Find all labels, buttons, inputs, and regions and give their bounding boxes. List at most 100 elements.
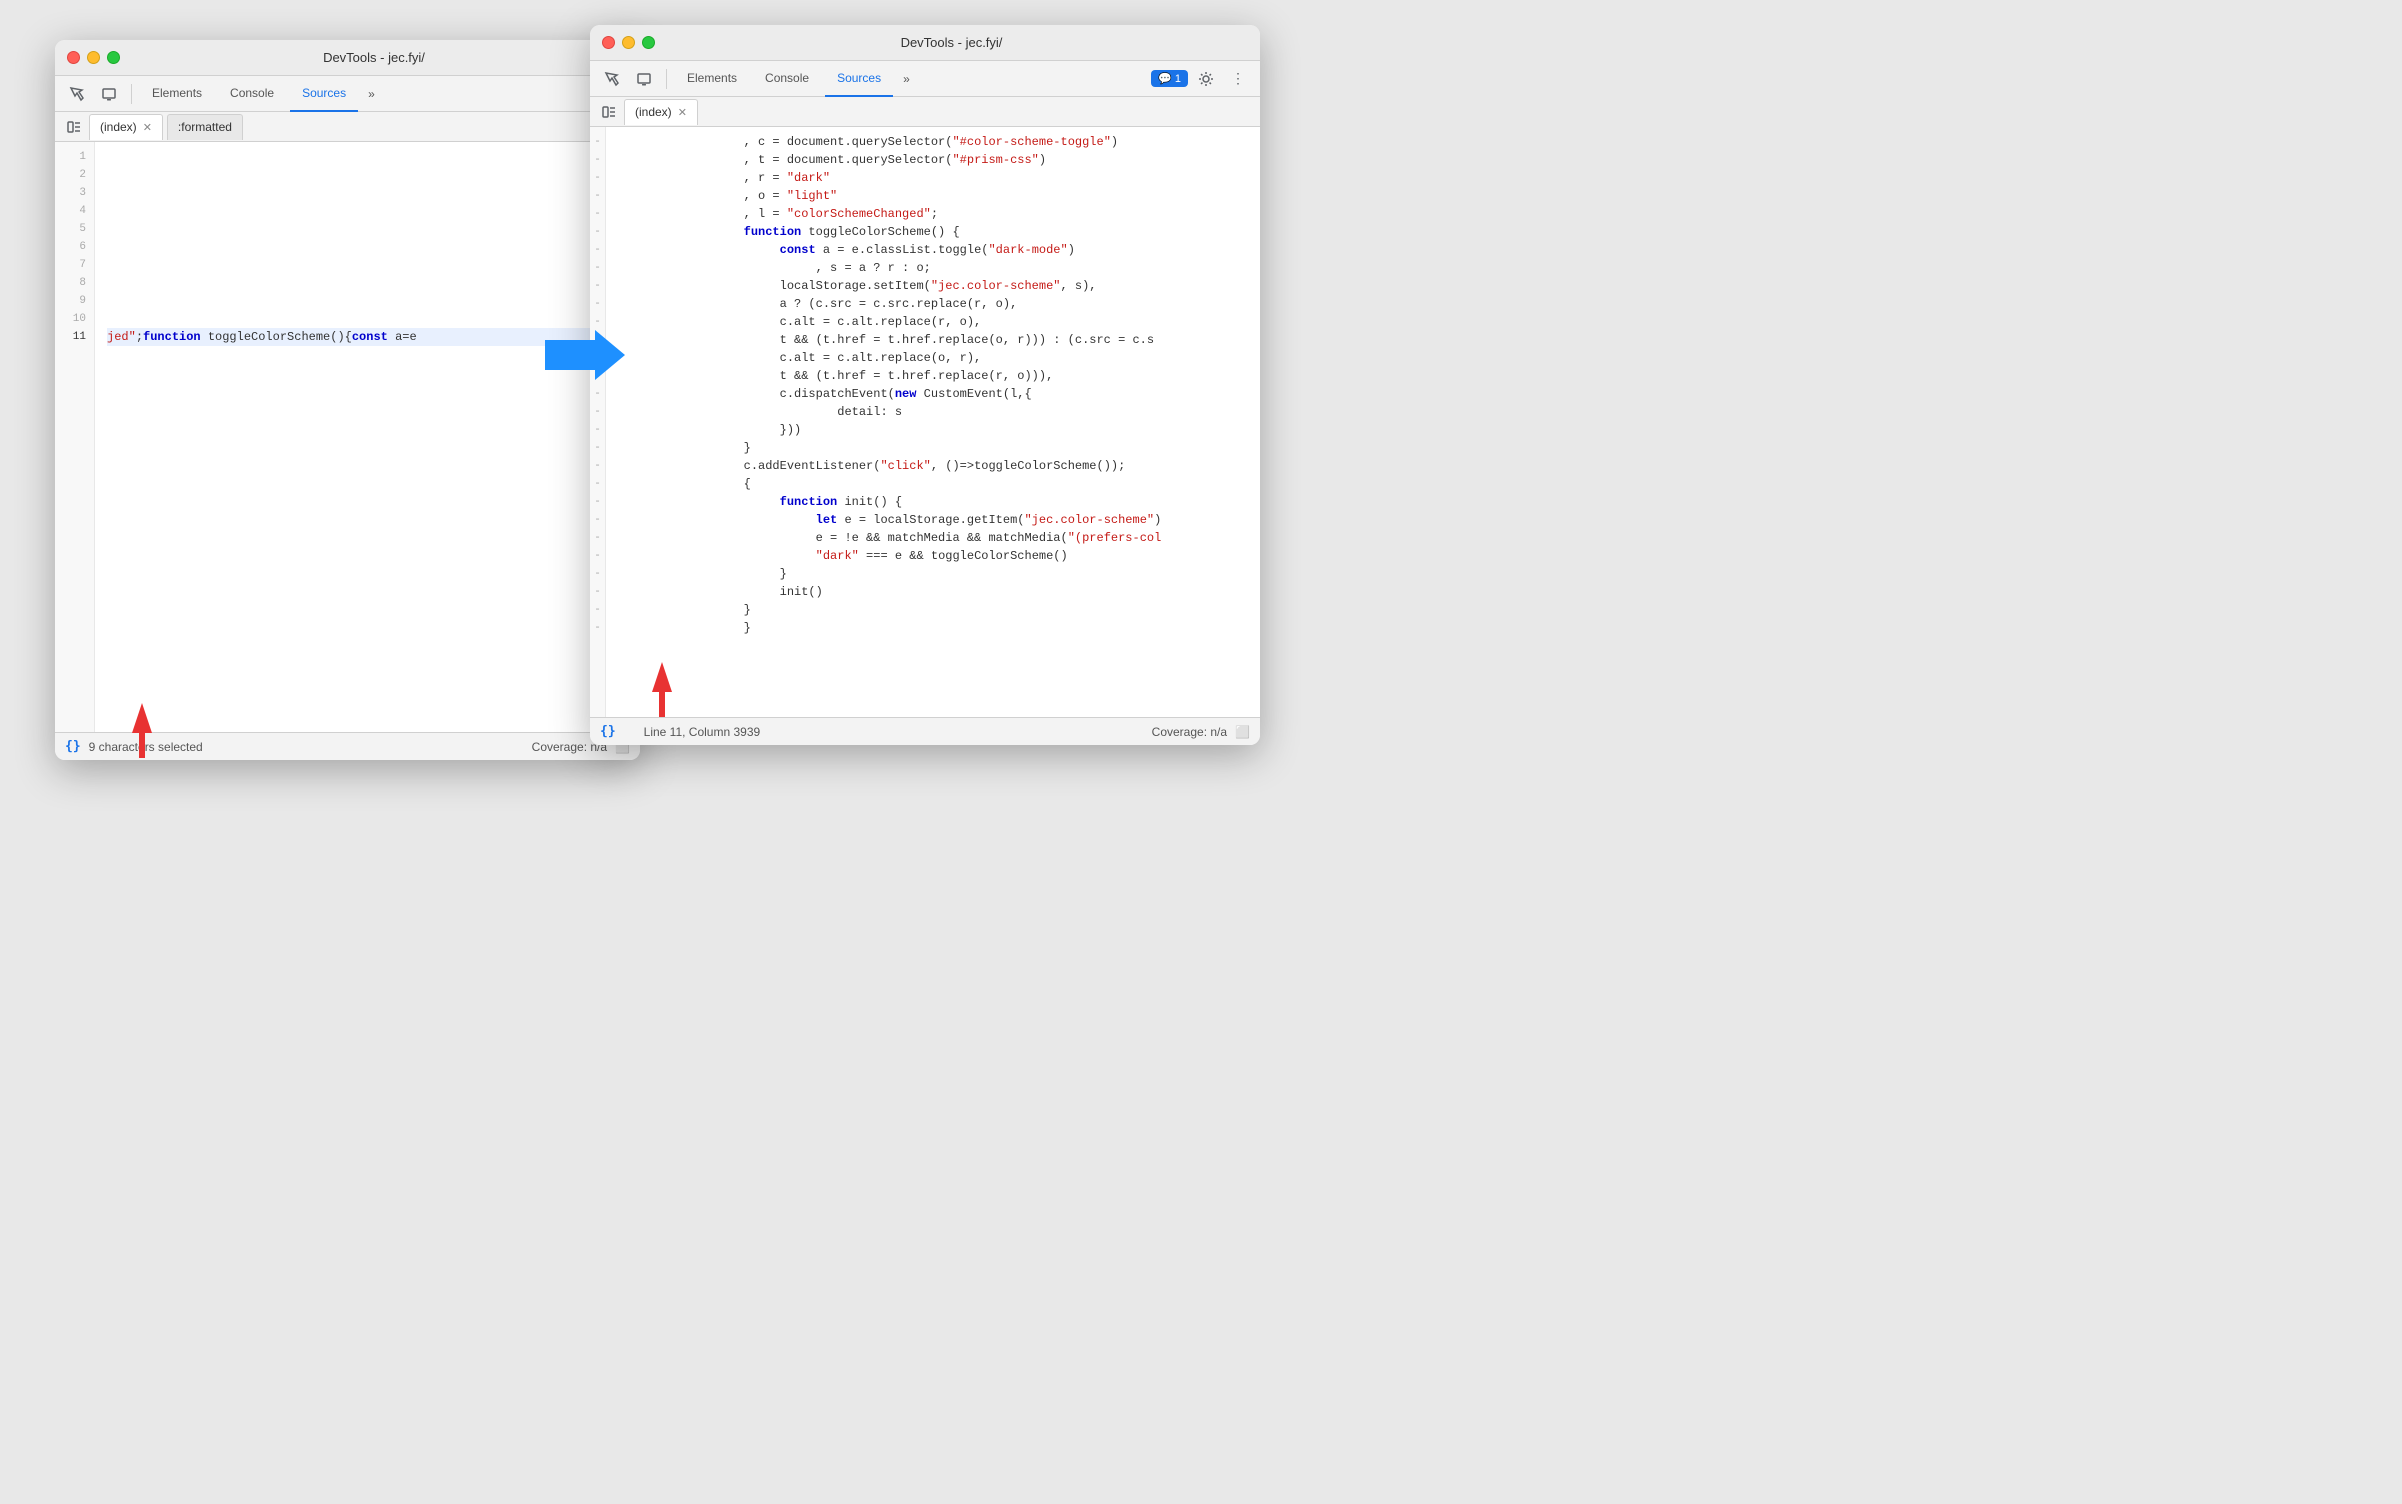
file-tab-bar-right: (index) ✕ (590, 97, 1260, 127)
right-line-1: , c = document.querySelector("#color-sch… (614, 133, 1260, 151)
right-line-22: let e = localStorage.getItem("jec.color-… (614, 511, 1260, 529)
file-tab-formatted-left[interactable]: :formatted (167, 114, 243, 140)
right-line-18: } (614, 439, 1260, 457)
code-line-7 (107, 256, 640, 274)
toolbar-separator-1 (131, 84, 132, 104)
tab-console-right[interactable]: Console (753, 61, 821, 97)
maximize-button-left[interactable] (107, 51, 120, 64)
file-tab-index-right[interactable]: (index) ✕ (624, 99, 698, 125)
code-line-2 (107, 166, 640, 184)
toolbar-right: Elements Console Sources » 💬 1 ⋮ (590, 61, 1260, 97)
file-tab-index-left[interactable]: (index) ✕ (89, 114, 163, 140)
code-lines-right: , c = document.querySelector("#color-sch… (606, 127, 1260, 717)
format-icon-left[interactable]: {} (65, 739, 81, 754)
tab-elements-left[interactable]: Elements (140, 76, 214, 112)
right-line-23: e = !e && matchMedia && matchMedia("(pre… (614, 529, 1260, 547)
minimize-button-right[interactable] (622, 36, 635, 49)
sidebar-toggle-left[interactable] (63, 116, 85, 138)
file-tab-close-right[interactable]: ✕ (678, 106, 687, 119)
device-icon[interactable] (95, 80, 123, 108)
right-line-25: } (614, 565, 1260, 583)
scroll-icon-right: ⬜ (1235, 725, 1250, 739)
file-tab-label-right: (index) (635, 105, 672, 119)
more-tabs-right[interactable]: » (897, 68, 916, 90)
code-area-left: 1 2 3 4 5 6 7 8 9 10 11 (55, 142, 640, 732)
right-line-6: function toggleColorScheme() { (614, 223, 1260, 241)
right-line-21: function init() { (614, 493, 1260, 511)
right-line-27: } (614, 601, 1260, 619)
format-icon-right[interactable]: {} (600, 724, 616, 739)
right-line-19: c.addEventListener("click", ()=>toggleCo… (614, 457, 1260, 475)
right-line-14: t && (t.href = t.href.replace(r, o))), (614, 367, 1260, 385)
right-line-4: , o = "light" (614, 187, 1260, 205)
red-arrow-left (117, 703, 167, 763)
right-line-26: init() (614, 583, 1260, 601)
gutter-col-right: - - - - - - - - - - - - - - - - - - - - (590, 127, 606, 717)
code-line-5 (107, 220, 640, 238)
tab-console-left[interactable]: Console (218, 76, 286, 112)
line-numbers-left: 1 2 3 4 5 6 7 8 9 10 11 (55, 142, 95, 732)
close-button-right[interactable] (602, 36, 615, 49)
red-arrow-right (637, 662, 687, 722)
code-line-3 (107, 184, 640, 202)
coverage-right: Coverage: n/a (1152, 725, 1227, 739)
titlebar-right: DevTools - jec.fyi/ (590, 25, 1260, 61)
position-text: Line 11, Column 3939 (644, 725, 761, 739)
tab-sources-left[interactable]: Sources (290, 76, 358, 112)
tab-sources-right[interactable]: Sources (825, 61, 893, 97)
code-line-1 (107, 148, 640, 166)
traffic-lights-left (67, 51, 120, 64)
window-title-right: DevTools - jec.fyi/ (655, 35, 1248, 50)
right-line-13: c.alt = c.alt.replace(o, r), (614, 349, 1260, 367)
right-line-11: c.alt = c.alt.replace(r, o), (614, 313, 1260, 331)
tab-elements-right[interactable]: Elements (675, 61, 749, 97)
right-line-10: a ? (c.src = c.src.replace(r, o), (614, 295, 1260, 313)
devtools-window-left: DevTools - jec.fyi/ Elements Console Sou… (55, 40, 640, 760)
status-bar-right: {} Line 11, Column 3939 Coverage: n/a ⬜ (590, 717, 1260, 745)
badge-count: 1 (1175, 73, 1181, 85)
right-line-17: })) (614, 421, 1260, 439)
file-tab-bar-left: (index) ✕ :formatted (55, 112, 640, 142)
right-line-7: const a = e.classList.toggle("dark-mode"… (614, 241, 1260, 259)
code-line-9 (107, 292, 640, 310)
code-editor-right: - - - - - - - - - - - - - - - - - - - - (590, 127, 1260, 717)
file-tab-close[interactable]: ✕ (143, 121, 152, 134)
toolbar-right-icons: 💬 1 ⋮ (1151, 65, 1252, 93)
toolbar-left: Elements Console Sources » (55, 76, 640, 112)
right-line-24: "dark" === e && toggleColorScheme() (614, 547, 1260, 565)
right-line-16: detail: s (614, 403, 1260, 421)
close-button-left[interactable] (67, 51, 80, 64)
devtools-window-right: DevTools - jec.fyi/ Elements Console Sou… (590, 25, 1260, 745)
window-title-left: DevTools - jec.fyi/ (120, 50, 628, 65)
file-tab-label: (index) (100, 120, 137, 134)
minimize-button-left[interactable] (87, 51, 100, 64)
device-icon-right[interactable] (630, 65, 658, 93)
message-icon: 💬 (1158, 72, 1172, 85)
code-lines-left: jed";function toggleColorScheme(){const … (95, 142, 640, 732)
code-line-6 (107, 238, 640, 256)
inspect-icon-right[interactable] (598, 65, 626, 93)
right-line-12: t && (t.href = t.href.replace(o, r))) : … (614, 331, 1260, 349)
more-tabs-left[interactable]: » (362, 83, 381, 105)
right-line-28: } (614, 619, 1260, 637)
settings-icon[interactable] (1192, 65, 1220, 93)
code-line-8 (107, 274, 640, 292)
right-line-15: c.dispatchEvent(new CustomEvent(l,{ (614, 385, 1260, 403)
right-line-20: { (614, 475, 1260, 493)
titlebar-left: DevTools - jec.fyi/ (55, 40, 640, 76)
sidebar-toggle-right[interactable] (598, 101, 620, 123)
inspect-icon[interactable] (63, 80, 91, 108)
code-editor-left: 1 2 3 4 5 6 7 8 9 10 11 (55, 142, 640, 732)
right-line-8: , s = a ? r : o; (614, 259, 1260, 277)
blue-arrow (545, 330, 625, 380)
file-tab-formatted-label: :formatted (178, 120, 232, 134)
right-line-9: localStorage.setItem("jec.color-scheme",… (614, 277, 1260, 295)
code-area-right: - - - - - - - - - - - - - - - - - - - - (590, 127, 1260, 717)
more-options-icon[interactable]: ⋮ (1224, 65, 1252, 93)
right-line-2: , t = document.querySelector("#prism-css… (614, 151, 1260, 169)
message-badge[interactable]: 💬 1 (1151, 70, 1188, 87)
code-line-4 (107, 202, 640, 220)
maximize-button-right[interactable] (642, 36, 655, 49)
toolbar-separator-right-1 (666, 69, 667, 89)
right-line-3: , r = "dark" (614, 169, 1260, 187)
